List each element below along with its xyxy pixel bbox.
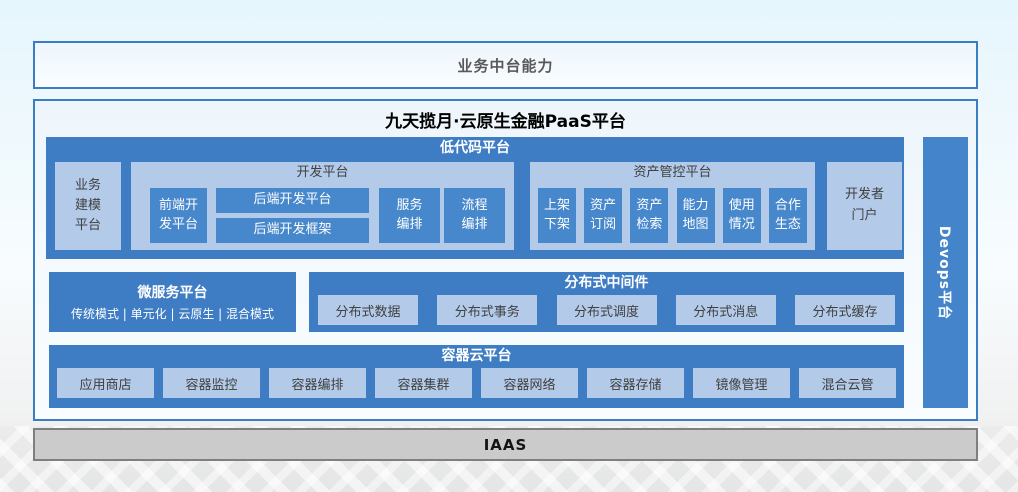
container-item-monitoring: 容器监控 bbox=[163, 368, 260, 398]
backend-dev-framework-box: 后端开发框架 bbox=[216, 218, 369, 243]
asset-item-cooperation: 合作生态 bbox=[769, 188, 807, 243]
business-midplatform-banner: 业务中台能力 bbox=[33, 41, 978, 89]
asset-control-platform-title: 资产管控平台 bbox=[530, 162, 815, 184]
middleware-item-cache: 分布式缓存 bbox=[795, 295, 895, 325]
container-cloud-title: 容器云平台 bbox=[49, 345, 904, 367]
container-item-hybrid-cloud: 混合云管 bbox=[799, 368, 896, 398]
middleware-item-data: 分布式数据 bbox=[318, 295, 418, 325]
container-item-network: 容器网络 bbox=[481, 368, 578, 398]
middleware-item-transaction: 分布式事务 bbox=[437, 295, 537, 325]
asset-item-usage: 使用情况 bbox=[723, 188, 761, 243]
devops-platform-column: Devops平台 bbox=[923, 137, 968, 408]
process-orchestration-label: 流程 编排 bbox=[461, 197, 487, 235]
asset-control-platform-box: 资产管控平台 上架下架 资产订阅 资产检索 能力地图 使用情况 bbox=[530, 162, 815, 250]
container-item-orchestration: 容器编排 bbox=[269, 368, 366, 398]
backend-stack: 后端开发平台 后端开发框架 bbox=[216, 188, 369, 243]
process-orchestration-box: 流程 编排 bbox=[444, 188, 505, 243]
asset-item-search: 资产检索 bbox=[630, 188, 668, 243]
paas-platform-title: 九天揽月·云原生金融PaaS平台 bbox=[35, 107, 976, 132]
middleware-title: 分布式中间件 bbox=[309, 272, 904, 294]
iaas-bar: IAAS bbox=[33, 428, 978, 461]
dev-platform-title: 开发平台 bbox=[131, 162, 514, 184]
iaas-label: IAAS bbox=[484, 436, 528, 454]
dev-platform-box: 开发平台 前端开 发平台 后端开发平台 后端开发框架 服务 bbox=[131, 162, 514, 250]
container-cloud-items: 应用商店 容器监控 容器编排 容器集群 容器网络 容器存储 镜像管理 混合云管 bbox=[49, 368, 904, 398]
frontend-dev-platform-label: 前端开 发平台 bbox=[159, 197, 198, 235]
container-item-image-mgmt: 镜像管理 bbox=[693, 368, 790, 398]
business-midplatform-label: 业务中台能力 bbox=[457, 55, 553, 76]
container-item-app-store: 应用商店 bbox=[57, 368, 154, 398]
backend-dev-platform-box: 后端开发平台 bbox=[216, 188, 369, 213]
asset-item-listing: 上架下架 bbox=[538, 188, 576, 243]
middleware-section: 分布式中间件 分布式数据 分布式事务 分布式调度 分布式消息 分布式缓存 bbox=[309, 272, 904, 332]
lowcode-platform-title: 低代码平台 bbox=[46, 137, 904, 159]
asset-item-capability-map: 能力地图 bbox=[677, 188, 715, 243]
container-cloud-section: 容器云平台 应用商店 容器监控 容器编排 容器集群 容器网络 容器存储 镜像管理… bbox=[49, 345, 904, 408]
service-orchestration-label: 服务 编排 bbox=[396, 197, 422, 235]
microservice-platform-title: 微服务平台 bbox=[138, 282, 208, 302]
developer-portal-label: 开发者 门户 bbox=[845, 185, 884, 227]
container-item-storage: 容器存储 bbox=[587, 368, 684, 398]
middleware-item-scheduling: 分布式调度 bbox=[557, 295, 657, 325]
container-item-cluster: 容器集群 bbox=[375, 368, 472, 398]
frontend-dev-platform-box: 前端开 发平台 bbox=[150, 188, 207, 243]
business-modeling-platform-label: 业务 建模 平台 bbox=[75, 176, 101, 236]
asset-item-subscription: 资产订阅 bbox=[584, 188, 622, 243]
architecture-diagram: 业务中台能力 九天揽月·云原生金融PaaS平台 低代码平台 业务 建模 平台 开… bbox=[0, 0, 1018, 492]
middleware-items: 分布式数据 分布式事务 分布式调度 分布式消息 分布式缓存 bbox=[309, 295, 904, 325]
microservice-platform-modes: 传统模式 | 单元化 | 云原生 | 混合模式 bbox=[71, 305, 274, 322]
lowcode-platform-section: 低代码平台 业务 建模 平台 开发平台 前端开 发平台 bbox=[46, 137, 904, 259]
middleware-item-messaging: 分布式消息 bbox=[676, 295, 776, 325]
developer-portal-box: 开发者 门户 bbox=[827, 162, 902, 250]
dev-platform-items: 前端开 发平台 后端开发平台 后端开发框架 服务 编排 bbox=[131, 188, 514, 243]
paas-platform-box: 九天揽月·云原生金融PaaS平台 低代码平台 业务 建模 平台 开发平台 前端开… bbox=[33, 99, 978, 421]
service-orchestration-box: 服务 编排 bbox=[379, 188, 440, 243]
microservice-platform-section: 微服务平台 传统模式 | 单元化 | 云原生 | 混合模式 bbox=[49, 272, 296, 332]
devops-platform-label: Devops平台 bbox=[936, 225, 956, 319]
asset-control-items: 上架下架 资产订阅 资产检索 能力地图 使用情况 合作生态 bbox=[530, 188, 815, 243]
business-modeling-platform-box: 业务 建模 平台 bbox=[55, 162, 121, 250]
